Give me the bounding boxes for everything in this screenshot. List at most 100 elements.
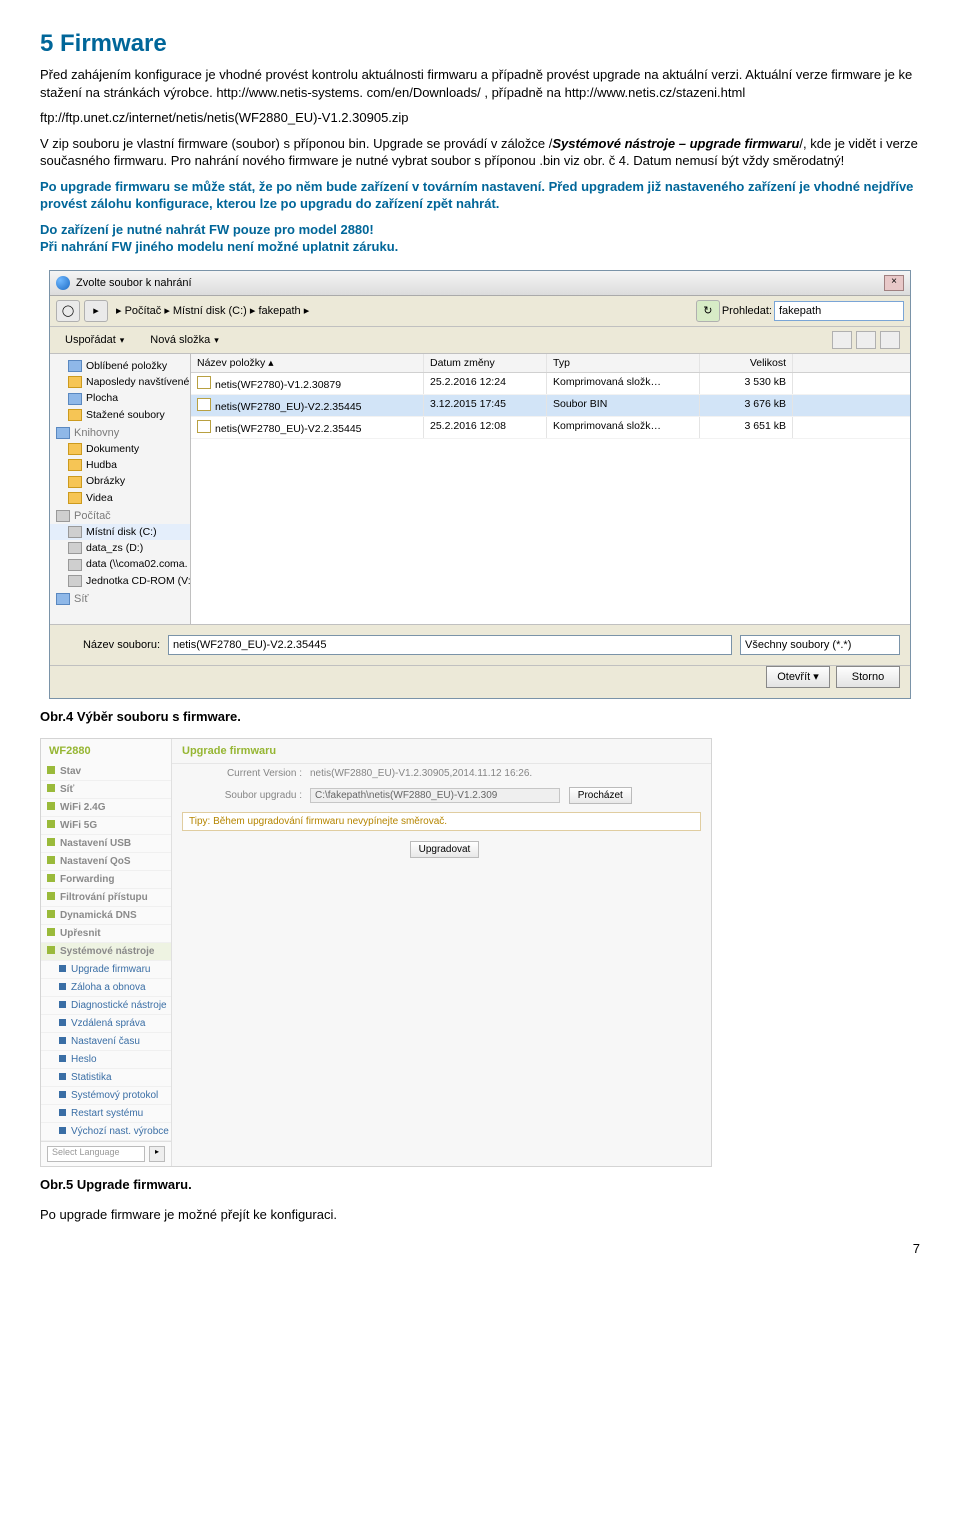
upgrade-button[interactable]: Upgradovat xyxy=(410,841,480,858)
router-sidebar: WF2880 Stav Síť WiFi 2.4G WiFi 5G Nastav… xyxy=(41,739,172,1166)
sidebar-item-netdrive[interactable]: data (\\coma02.coma. xyxy=(50,556,190,572)
ie-icon xyxy=(56,276,70,290)
heading-firmware: 5 Firmware xyxy=(40,30,920,58)
subnav-stats[interactable]: Statistika xyxy=(41,1069,171,1087)
language-select-row: Select Language ▸ xyxy=(41,1141,171,1166)
current-version-value: netis(WF2880_EU)-V1.2.30905,2014.11.12 1… xyxy=(310,768,701,779)
organize-menu[interactable]: Uspořádat xyxy=(60,331,135,349)
sidebar-item-music[interactable]: Hudba xyxy=(50,457,190,473)
upgrade-file-label: Soubor upgradu : xyxy=(182,790,310,801)
figure-caption-4: Obr.4 Výběr souboru s firmware. xyxy=(40,709,920,724)
subnav-restart[interactable]: Restart systému xyxy=(41,1105,171,1123)
nav-filtering[interactable]: Filtrování přístupu xyxy=(41,889,171,907)
warning-model: Do zařízení je nutné nahrát FW pouze pro… xyxy=(40,221,920,239)
router-model: WF2880 xyxy=(41,739,171,763)
post-upgrade-text: Po upgrade firmware je možné přejít ke k… xyxy=(40,1206,920,1224)
col-date[interactable]: Datum změny xyxy=(424,354,547,372)
file-list: Název položky ▴ Datum změny Typ Velikost… xyxy=(191,354,910,624)
sidebar-item-ddisk[interactable]: data_zs (D:) xyxy=(50,540,190,556)
router-main: Upgrade firmwaru Current Version : netis… xyxy=(172,739,711,1166)
filename-input[interactable] xyxy=(168,635,732,655)
cancel-button[interactable]: Storno xyxy=(836,666,900,688)
dialog-titlebar: Zvolte soubor k nahrání × xyxy=(50,271,910,296)
sidebar-group-network[interactable]: Síť xyxy=(50,589,190,607)
new-folder-button[interactable]: Nová složka xyxy=(145,331,229,349)
sidebar-item-cdisk[interactable]: Místní disk (C:) xyxy=(50,524,190,540)
language-select[interactable]: Select Language xyxy=(47,1146,145,1162)
current-version-label: Current Version : xyxy=(182,768,310,779)
nav-qos[interactable]: Nastavení QoS xyxy=(41,853,171,871)
nav-wifi24[interactable]: WiFi 2.4G xyxy=(41,799,171,817)
sort-indicator-icon: ▴ xyxy=(268,357,273,369)
nav-systools[interactable]: Systémové nástroje xyxy=(41,943,171,961)
filename-label: Název souboru: xyxy=(60,639,160,651)
refresh-icon[interactable]: ↻ xyxy=(696,300,720,322)
nav-back-button[interactable]: ◯ xyxy=(56,300,80,322)
subnav-remote[interactable]: Vzdálená správa xyxy=(41,1015,171,1033)
page-number: 7 xyxy=(40,1241,920,1256)
filetype-combo[interactable] xyxy=(740,635,900,655)
file-open-dialog: Zvolte soubor k nahrání × ◯ ▸ ▸ Počítač … xyxy=(49,270,911,699)
browse-button[interactable]: Procházet xyxy=(569,787,632,804)
close-icon[interactable]: × xyxy=(884,275,904,291)
language-go-button[interactable]: ▸ xyxy=(149,1146,165,1162)
breadcrumb[interactable]: ▸ Počítač ▸ Místní disk (C:) ▸ fakepath … xyxy=(112,304,313,317)
file-list-header: Název položky ▴ Datum změny Typ Velikost xyxy=(191,354,910,373)
file-row[interactable]: netis(WF2780_EU)-V2.2.35445 3.12.2015 17… xyxy=(191,395,910,417)
nav-advanced[interactable]: Upřesnit xyxy=(41,925,171,943)
subnav-time[interactable]: Nastavení času xyxy=(41,1033,171,1051)
tip-bar: Tipy: Během upgradování firmwaru nevypín… xyxy=(182,812,701,831)
zip-text-a: V zip souboru je vlastní firmware (soubo… xyxy=(40,136,552,151)
open-button[interactable]: Otevřít ▾ xyxy=(766,666,830,688)
sidebar-item-cdrom[interactable]: Jednotka CD-ROM (V:) xyxy=(50,573,190,589)
col-type[interactable]: Typ xyxy=(547,354,700,372)
file-icon xyxy=(197,376,211,389)
router-admin-ui: WF2880 Stav Síť WiFi 2.4G WiFi 5G Nastav… xyxy=(40,738,712,1167)
router-page-title: Upgrade firmwaru xyxy=(172,739,711,764)
sidebar-item-videos[interactable]: Videa xyxy=(50,490,190,506)
subnav-password[interactable]: Heslo xyxy=(41,1051,171,1069)
search-label: Prohledat: xyxy=(722,305,772,317)
col-name[interactable]: Název položky ▴ xyxy=(191,354,424,372)
dialog-bottom-bar: Název souboru: xyxy=(50,624,910,665)
nav-forwarding[interactable]: Forwarding xyxy=(41,871,171,889)
dialog-navbar: ◯ ▸ ▸ Počítač ▸ Místní disk (C:) ▸ fakep… xyxy=(50,296,910,327)
subnav-diag[interactable]: Diagnostické nástroje xyxy=(41,997,171,1015)
sidebar-item-documents[interactable]: Dokumenty xyxy=(50,441,190,457)
places-sidebar: Oblíbené položky Naposledy navštívené...… xyxy=(50,354,191,624)
col-size[interactable]: Velikost xyxy=(700,354,793,372)
nav-fwd-button[interactable]: ▸ xyxy=(84,300,108,322)
warning-factory-reset: Po upgrade firmwaru se může stát, že po … xyxy=(40,178,920,213)
nav-sit[interactable]: Síť xyxy=(41,781,171,799)
file-row[interactable]: netis(WF2780_EU)-V2.2.35445 25.2.2016 12… xyxy=(191,417,910,439)
file-icon xyxy=(197,420,211,433)
figure-caption-5: Obr.5 Upgrade firmwaru. xyxy=(40,1177,920,1192)
help-icon[interactable] xyxy=(880,331,900,349)
subnav-upgrade[interactable]: Upgrade firmwaru xyxy=(41,961,171,979)
nav-ddns[interactable]: Dynamická DNS xyxy=(41,907,171,925)
view-icon[interactable] xyxy=(856,331,876,349)
sidebar-item-downloads[interactable]: Stažené soubory xyxy=(50,407,190,423)
view-icon[interactable] xyxy=(832,331,852,349)
sidebar-group-computer[interactable]: Počítač xyxy=(50,506,190,524)
sidebar-item-desktop[interactable]: Plocha xyxy=(50,390,190,406)
sidebar-group-libraries[interactable]: Knihovny xyxy=(50,423,190,441)
nav-usb[interactable]: Nastavení USB xyxy=(41,835,171,853)
zip-text-italic: Systémové nástroje – upgrade firmwaru xyxy=(552,136,799,151)
sidebar-item-recent[interactable]: Naposledy navštívené... xyxy=(50,374,190,390)
intro-paragraph: Před zahájením konfigurace je vhodné pro… xyxy=(40,66,920,101)
sidebar-item-pictures[interactable]: Obrázky xyxy=(50,473,190,489)
nav-wifi5[interactable]: WiFi 5G xyxy=(41,817,171,835)
file-icon xyxy=(197,398,211,411)
zip-paragraph: V zip souboru je vlastní firmware (soubo… xyxy=(40,135,920,170)
nav-stav[interactable]: Stav xyxy=(41,763,171,781)
upgrade-file-input[interactable]: C:\fakepath\netis(WF2880_EU)-V1.2.309 xyxy=(310,788,560,803)
warning-warranty: Při nahrání FW jiného modelu není možné … xyxy=(40,238,920,256)
file-row[interactable]: netis(WF2780)-V1.2.30879 25.2.2016 12:24… xyxy=(191,373,910,395)
search-input[interactable] xyxy=(774,301,904,321)
subnav-backup[interactable]: Záloha a obnova xyxy=(41,979,171,997)
subnav-defaults[interactable]: Výchozí nast. výrobce xyxy=(41,1123,171,1141)
dialog-title: Zvolte soubor k nahrání xyxy=(76,277,192,289)
sidebar-item-favorites[interactable]: Oblíbené položky xyxy=(50,358,190,374)
subnav-syslog[interactable]: Systémový protokol xyxy=(41,1087,171,1105)
